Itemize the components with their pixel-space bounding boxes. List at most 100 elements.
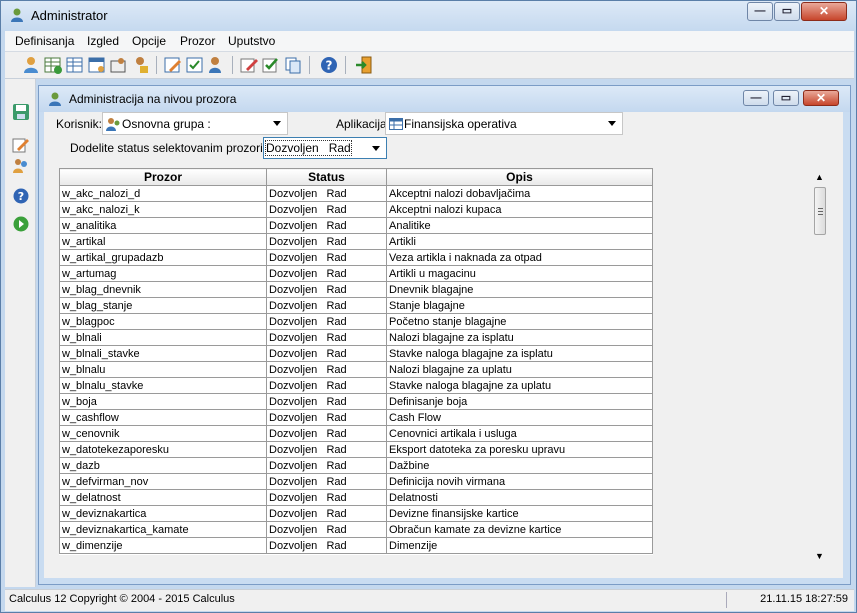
cell-opis[interactable]: Početno stanje blagajne [386, 313, 653, 330]
cell-prozor[interactable]: w_cenovnik [59, 425, 267, 442]
cell-status[interactable]: Dozvoljen Rad [266, 313, 387, 330]
cell-prozor[interactable]: w_blnali [59, 329, 267, 346]
table-row[interactable]: w_akc_nalozi_k Dozvoljen Rad Akceptni nalo… [59, 201, 653, 218]
cell-prozor[interactable]: w_blnali_stavke [59, 345, 267, 362]
table-row[interactable]: w_cenovnik Dozvoljen Rad Cenovnici artikal… [59, 425, 653, 442]
scroll-down-icon[interactable]: ▼ [815, 551, 824, 561]
cell-status[interactable]: Dozvoljen Rad [266, 201, 387, 218]
forward-icon[interactable] [12, 215, 30, 233]
cell-status[interactable]: Dozvoljen Rad [266, 297, 387, 314]
cell-status[interactable]: Dozvoljen Rad [266, 393, 387, 410]
save-icon[interactable] [12, 103, 30, 121]
cell-prozor[interactable]: w_blag_stanje [59, 297, 267, 314]
status-dropdown[interactable]: Dozvoljen Rad [263, 137, 387, 159]
menu-definisanja[interactable]: Definisanja [15, 34, 74, 48]
cell-prozor[interactable]: w_artumag [59, 265, 267, 282]
child-minimize-button[interactable]: — [743, 90, 769, 106]
exit-icon[interactable] [354, 55, 374, 75]
aplikacija-dropdown[interactable]: Finansijska operativa [385, 112, 623, 135]
cell-status[interactable]: Dozvoljen Rad [266, 249, 387, 266]
cell-prozor[interactable]: w_defvirman_nov [59, 473, 267, 490]
window-icon[interactable] [87, 55, 107, 75]
table-row[interactable]: w_artikal_grupadazb Dozvoljen Rad Veza art… [59, 249, 653, 266]
column-header-opis[interactable]: Opis [386, 168, 653, 186]
table-row[interactable]: w_blag_stanje Dozvoljen Rad Stanje blagajn… [59, 297, 653, 314]
menu-prozor[interactable]: Prozor [180, 34, 215, 48]
cell-status[interactable]: Dozvoljen Rad [266, 361, 387, 378]
cell-prozor[interactable]: w_blag_dnevnik [59, 281, 267, 298]
cell-prozor[interactable]: w_dazb [59, 457, 267, 474]
cell-opis[interactable]: Stavke naloga blagajne za uplatu [386, 377, 653, 394]
cell-status[interactable]: Dozvoljen Rad [266, 217, 387, 234]
pencil-icon[interactable] [239, 55, 259, 75]
child-close-button[interactable]: ✕ [803, 90, 839, 106]
cell-status[interactable]: Dozvoljen Rad [266, 537, 387, 554]
cell-opis[interactable]: Obračun kamate za devizne kartice [386, 521, 653, 538]
table-row[interactable]: w_blnali Dozvoljen Rad Nalozi blagajne za … [59, 329, 653, 346]
add-table-icon[interactable] [43, 55, 63, 75]
table-row[interactable]: w_blnalu Dozvoljen Rad Nalozi blagajne za … [59, 361, 653, 378]
cell-status[interactable]: Dozvoljen Rad [266, 233, 387, 250]
table-row[interactable]: w_boja Dozvoljen Rad Definisanje boja [59, 393, 653, 410]
cell-opis[interactable]: Veza artikla i naknada za otpad [386, 249, 653, 266]
cell-status[interactable]: Dozvoljen Rad [266, 185, 387, 202]
menu-uputstvo[interactable]: Uputstvo [228, 34, 275, 48]
cell-opis[interactable]: Nalozi blagajne za uplatu [386, 361, 653, 378]
korisnik-dropdown[interactable]: Osnovna grupa : [102, 112, 288, 135]
table-row[interactable]: w_delatnost Dozvoljen Rad Delatnosti [59, 489, 653, 506]
cell-opis[interactable]: Artikli [386, 233, 653, 250]
edit-record-icon[interactable] [12, 136, 30, 154]
cell-opis[interactable]: Dimenzije [386, 537, 653, 554]
cell-opis[interactable]: Eksport datoteka za poresku upravu [386, 441, 653, 458]
cell-opis[interactable]: Delatnosti [386, 489, 653, 506]
cell-prozor[interactable]: w_delatnost [59, 489, 267, 506]
cell-opis[interactable]: Definisanje boja [386, 393, 653, 410]
cell-prozor[interactable]: w_blnalu [59, 361, 267, 378]
table-row[interactable]: w_deviznakartica_kamate Dozvoljen Rad Obra… [59, 521, 653, 538]
cell-status[interactable]: Dozvoljen Rad [266, 345, 387, 362]
cell-prozor[interactable]: w_deviznakartica_kamate [59, 521, 267, 538]
cell-opis[interactable]: Akceptni nalozi dobavljačima [386, 185, 653, 202]
cell-status[interactable]: Dozvoljen Rad [266, 425, 387, 442]
help-icon[interactable]: ? [319, 55, 339, 75]
user-window-icon[interactable] [109, 55, 129, 75]
cell-prozor[interactable]: w_blnalu_stavke [59, 377, 267, 394]
table-row[interactable]: w_datotekezaporesku Dozvoljen Rad Eksport … [59, 441, 653, 458]
cell-opis[interactable]: Artikli u magacinu [386, 265, 653, 282]
user-lock-icon[interactable] [131, 55, 151, 75]
table-row[interactable]: w_defvirman_nov Dozvoljen Rad Definicija n… [59, 473, 653, 490]
cell-opis[interactable]: Dažbine [386, 457, 653, 474]
maximize-button[interactable]: ▭ [774, 2, 800, 21]
table-row[interactable]: w_dazb Dozvoljen Rad Dažbine [59, 457, 653, 474]
cell-opis[interactable]: Cash Flow [386, 409, 653, 426]
table-row[interactable]: w_artumag Dozvoljen Rad Artikli u magacinu [59, 265, 653, 282]
cell-status[interactable]: Dozvoljen Rad [266, 409, 387, 426]
cell-opis[interactable]: Nalozi blagajne za isplatu [386, 329, 653, 346]
cell-opis[interactable]: Definicija novih virmana [386, 473, 653, 490]
table-row[interactable]: w_blnalu_stavke Dozvoljen Rad Stavke nalog… [59, 377, 653, 394]
table-row[interactable]: w_blnali_stavke Dozvoljen Rad Stavke nalog… [59, 345, 653, 362]
cell-opis[interactable]: Akceptni nalozi kupaca [386, 201, 653, 218]
check-list-icon[interactable] [185, 55, 205, 75]
user-edit-icon[interactable] [207, 55, 227, 75]
menu-izgled[interactable]: Izgled [87, 34, 119, 48]
table-row[interactable]: w_blag_dnevnik Dozvoljen Rad Dnevnik blaga… [59, 281, 653, 298]
cell-status[interactable]: Dozvoljen Rad [266, 329, 387, 346]
cell-status[interactable]: Dozvoljen Rad [266, 441, 387, 458]
cell-prozor[interactable]: w_blagpoc [59, 313, 267, 330]
cell-prozor[interactable]: w_datotekezaporesku [59, 441, 267, 458]
cell-prozor[interactable]: w_artikal [59, 233, 267, 250]
table-row[interactable]: w_artikal Dozvoljen Rad Artikli [59, 233, 653, 250]
cell-prozor[interactable]: w_analitika [59, 217, 267, 234]
close-button[interactable]: ✕ [801, 2, 847, 21]
cell-opis[interactable]: Stanje blagajne [386, 297, 653, 314]
table-row[interactable]: w_deviznakartica Dozvoljen Rad Devizne fin… [59, 505, 653, 522]
users-icon[interactable] [21, 55, 41, 75]
scroll-thumb[interactable] [814, 187, 826, 235]
copy-icon[interactable] [283, 55, 303, 75]
help-icon[interactable]: ? [12, 187, 30, 205]
cell-prozor[interactable]: w_akc_nalozi_k [59, 201, 267, 218]
cell-prozor[interactable]: w_deviznakartica [59, 505, 267, 522]
cell-status[interactable]: Dozvoljen Rad [266, 505, 387, 522]
child-title-bar[interactable]: Administracija na nivou prozora — ▭ ✕ [39, 86, 850, 112]
